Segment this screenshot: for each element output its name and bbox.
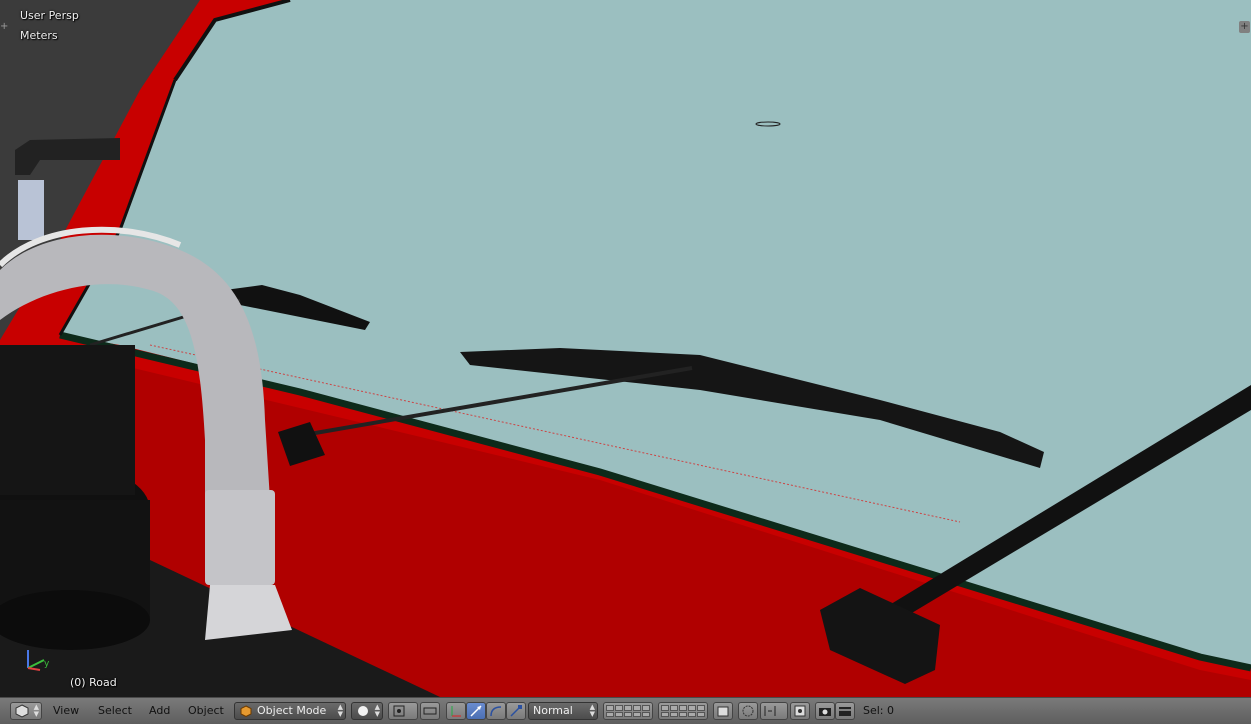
pivot-point-button[interactable] (388, 702, 418, 720)
mode-dropdown[interactable]: Object Mode ▲ ▼ (234, 702, 346, 720)
render-anim-icon (839, 707, 851, 716)
solid-sphere-icon (358, 706, 368, 716)
snap-target-icon (794, 705, 806, 717)
units-label: Meters (20, 29, 58, 42)
scale-manipulator-button[interactable] (506, 702, 526, 720)
link-icon (423, 707, 437, 715)
translate-icon (470, 705, 482, 717)
axis-icon (451, 706, 461, 717)
layer-lock-icon (717, 706, 729, 717)
transform-orientation-label: Normal (533, 704, 573, 717)
view-name-label: User Persp (20, 9, 79, 22)
region-toggle-right-icon[interactable]: + (1239, 21, 1250, 33)
transform-orientation-dropdown[interactable]: Normal ▲ ▼ (528, 702, 598, 720)
render-animation-button[interactable] (835, 702, 855, 720)
updown-arrows-icon: ▲ ▼ (589, 703, 595, 718)
render-still-icon (819, 708, 831, 716)
lock-camera-layers-button[interactable] (713, 702, 733, 720)
snap-element-dropdown[interactable] (760, 702, 788, 720)
manipulator-toggle[interactable] (446, 702, 466, 720)
rotate-icon (490, 706, 502, 717)
rotate-manipulator-button[interactable] (486, 702, 506, 720)
scene-render: y (0, 0, 1251, 697)
menu-object[interactable]: Object (188, 702, 224, 720)
selection-info: Sel: 0 (863, 704, 895, 717)
layers-grid-2[interactable] (658, 702, 708, 720)
layers-grid-1[interactable] (603, 702, 653, 720)
menu-view[interactable]: View (53, 702, 79, 720)
render-still-button[interactable] (815, 702, 835, 720)
snap-icon (764, 706, 776, 716)
active-object-label: (0) Road (70, 676, 117, 689)
snap-target-button[interactable] (790, 702, 810, 720)
menu-add[interactable]: Add (149, 702, 170, 720)
3d-view-header: ▲ ▼ View Select Add Object Object Mode ▲ ▼… (0, 697, 1251, 724)
3d-view-icon (15, 704, 29, 718)
proportional-icon (742, 705, 754, 717)
editor-type-button[interactable]: ▲ ▼ (10, 702, 42, 720)
3d-viewport[interactable]: y User Persp Meters (0) Road + + (0, 0, 1251, 697)
menu-select[interactable]: Select (98, 702, 132, 720)
updown-arrows-icon: ▲ ▼ (337, 703, 343, 718)
pivot-only-locations-button[interactable] (420, 702, 440, 720)
updown-arrows-icon: ▲ ▼ (33, 703, 39, 718)
scale-icon (510, 705, 522, 717)
mode-label: Object Mode (257, 704, 327, 717)
proportional-edit-button[interactable] (738, 702, 758, 720)
viewport-shading-dropdown[interactable]: ▲ ▼ (351, 702, 383, 720)
svg-text:y: y (44, 659, 50, 669)
cube-icon (240, 705, 252, 717)
updown-arrows-icon: ▲ ▼ (374, 703, 380, 718)
translate-manipulator-button[interactable] (466, 702, 486, 720)
region-toggle-left-icon[interactable]: + (0, 21, 10, 33)
pivot-icon (393, 705, 405, 717)
